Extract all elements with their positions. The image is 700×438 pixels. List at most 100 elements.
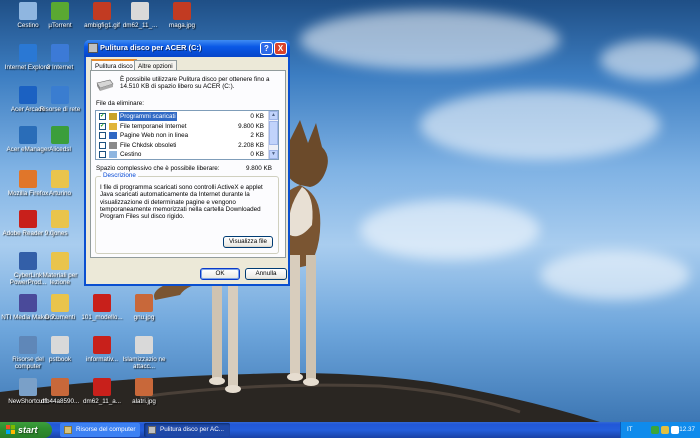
- document-icon: [51, 336, 69, 354]
- file-checkbox[interactable]: [99, 141, 106, 149]
- utorrent-icon: [51, 2, 69, 20]
- cloud: [540, 250, 690, 300]
- file-size: 0 KB: [250, 151, 264, 158]
- my-computer-icon: [64, 426, 72, 434]
- file-list-row[interactable]: ✓ File temporanei Internet 9.800 KB: [96, 122, 268, 131]
- desktop-icon-label: gnu.jpg: [133, 314, 155, 321]
- scroll-down-icon[interactable]: ▼: [269, 150, 278, 159]
- desktop-icon-label: Islamizzazio ne attacc...: [122, 356, 166, 370]
- security-tray-icon[interactable]: [661, 426, 669, 434]
- file-name: File Chkdsk obsoleti: [120, 141, 177, 149]
- task-pulitura-disco[interactable]: Pulitura disco per AC...: [144, 423, 230, 437]
- desktop-icon[interactable]: 3 Internet: [32, 44, 88, 71]
- network-places-icon: [51, 86, 69, 104]
- file-list-row[interactable]: Cestino 0 KB: [96, 150, 268, 159]
- cloud: [300, 10, 560, 70]
- file-name: Programmi scaricati: [119, 112, 177, 121]
- network-tray-icon[interactable]: [651, 426, 659, 434]
- file-list-row[interactable]: ✓ Programmi scaricati 0 KB: [96, 112, 268, 121]
- volume-tray-icon[interactable]: [671, 426, 679, 434]
- clock: 12.37: [679, 426, 695, 433]
- pdf-file-icon: [93, 294, 111, 312]
- ok-button[interactable]: OK: [200, 268, 240, 280]
- windows-flag-icon: [6, 425, 15, 434]
- task-label: Risorse del computer: [76, 426, 136, 433]
- close-button[interactable]: X: [274, 42, 287, 55]
- file-checkbox[interactable]: [99, 151, 106, 158]
- description-legend: Descrizione: [101, 172, 138, 180]
- system-tray: IT 12.37: [620, 422, 700, 438]
- desktop-icon[interactable]: alatri.jpg: [116, 378, 172, 405]
- desktop-icon-label: Risorse di rete: [39, 106, 81, 113]
- desktop-icon[interactable]: gnu.jpg: [116, 294, 172, 321]
- desktop-icon[interactable]: Materiali per lezione: [32, 252, 88, 286]
- file-checkbox[interactable]: ✓: [99, 113, 106, 120]
- task-label: Pulitura disco per AC...: [160, 426, 225, 433]
- disk-icon: [88, 43, 98, 53]
- file-checkbox[interactable]: [99, 132, 106, 139]
- file-type-icon: [109, 151, 117, 158]
- intro-text: È possibile utilizzare Pulitura disco pe…: [120, 76, 270, 91]
- file-size: 2.208 KB: [238, 141, 264, 149]
- scroll-up-icon[interactable]: ▲: [269, 111, 278, 120]
- desktop-icon[interactable]: jones: [32, 210, 88, 237]
- window-title: Pulitura disco per ACER (C:): [100, 43, 202, 52]
- task-risorse-computer[interactable]: Risorse del computer: [60, 423, 140, 437]
- my-documents-icon: [51, 294, 69, 312]
- document-icon: [131, 2, 149, 20]
- desktop-icon[interactable]: Arturino: [32, 170, 88, 197]
- file-list-row[interactable]: Pagine Web non in linea 2 KB: [96, 131, 268, 140]
- file-name: File temporanei Internet: [120, 122, 187, 130]
- image-file-icon: [51, 378, 69, 396]
- image-file-icon: [135, 378, 153, 396]
- cloud: [360, 200, 540, 260]
- desktop-icon-label: Materiali per lezione: [42, 272, 78, 286]
- desktop-icon-label: Arturino: [48, 190, 72, 197]
- image-file-icon: [135, 294, 153, 312]
- desktop-icon[interactable]: Islamizzazio ne attacc...: [116, 336, 172, 370]
- desktop-icon-label: 3 Internet: [46, 64, 74, 71]
- scroll-thumb[interactable]: [269, 121, 278, 145]
- help-button[interactable]: ?: [260, 42, 273, 55]
- start-button[interactable]: start: [0, 422, 52, 438]
- document-icon: [135, 336, 153, 354]
- file-type-icon: [109, 113, 117, 120]
- file-name: Pagine Web non in linea: [120, 132, 189, 139]
- cloud: [420, 90, 660, 160]
- cloud: [600, 40, 700, 80]
- image-file-icon: [173, 2, 191, 20]
- image-file-icon: [93, 2, 111, 20]
- desktop: Cestino µTorrent ambigfig1.gif dm62_11_... m…: [0, 0, 700, 422]
- folder-icon: [51, 210, 69, 228]
- alice-icon: [51, 126, 69, 144]
- language-indicator[interactable]: IT: [627, 426, 633, 433]
- start-label: start: [18, 425, 38, 435]
- file-size: 2 KB: [250, 132, 264, 139]
- desktop-icon-label: maga.jpg: [169, 22, 195, 29]
- disk-cleanup-window[interactable]: Pulitura disco per ACER (C:) ? X Pulitur…: [84, 40, 290, 286]
- file-checkbox[interactable]: ✓: [99, 122, 106, 130]
- network-icon: [51, 44, 69, 62]
- file-name: Cestino: [120, 151, 142, 158]
- view-files-button[interactable]: Visualizza file: [223, 236, 273, 248]
- disk-cleanup-icon: [148, 426, 156, 434]
- file-type-icon: [109, 122, 117, 130]
- files-label: File da eliminare:: [96, 100, 144, 107]
- hard-disk-icon: [96, 79, 114, 91]
- taskbar: start Risorse del computer Pulitura disc…: [0, 422, 700, 438]
- pdf-file-icon: [93, 336, 111, 354]
- desktop-icon[interactable]: Alicedsl: [32, 126, 88, 153]
- desktop-icon-label: Alicedsl: [49, 146, 71, 153]
- title-bar[interactable]: Pulitura disco per ACER (C:) ? X: [84, 40, 290, 57]
- cancel-button[interactable]: Annulla: [245, 268, 287, 280]
- total-value: 9.800 KB: [246, 165, 272, 172]
- files-list[interactable]: ✓ Programmi scaricati 0 KB ✓ File temporanei…: [95, 110, 279, 160]
- file-size: 9.800 KB: [238, 122, 264, 130]
- file-size: 0 KB: [250, 113, 264, 120]
- file-type-icon: [109, 141, 117, 149]
- file-list-row[interactable]: File Chkdsk obsoleti 2.208 KB: [96, 141, 268, 150]
- folder-icon: [51, 252, 69, 270]
- scrollbar[interactable]: ▲ ▼: [268, 111, 278, 159]
- desktop-icon[interactable]: maga.jpg: [154, 2, 210, 29]
- desktop-icon[interactable]: Risorse di rete: [32, 86, 88, 113]
